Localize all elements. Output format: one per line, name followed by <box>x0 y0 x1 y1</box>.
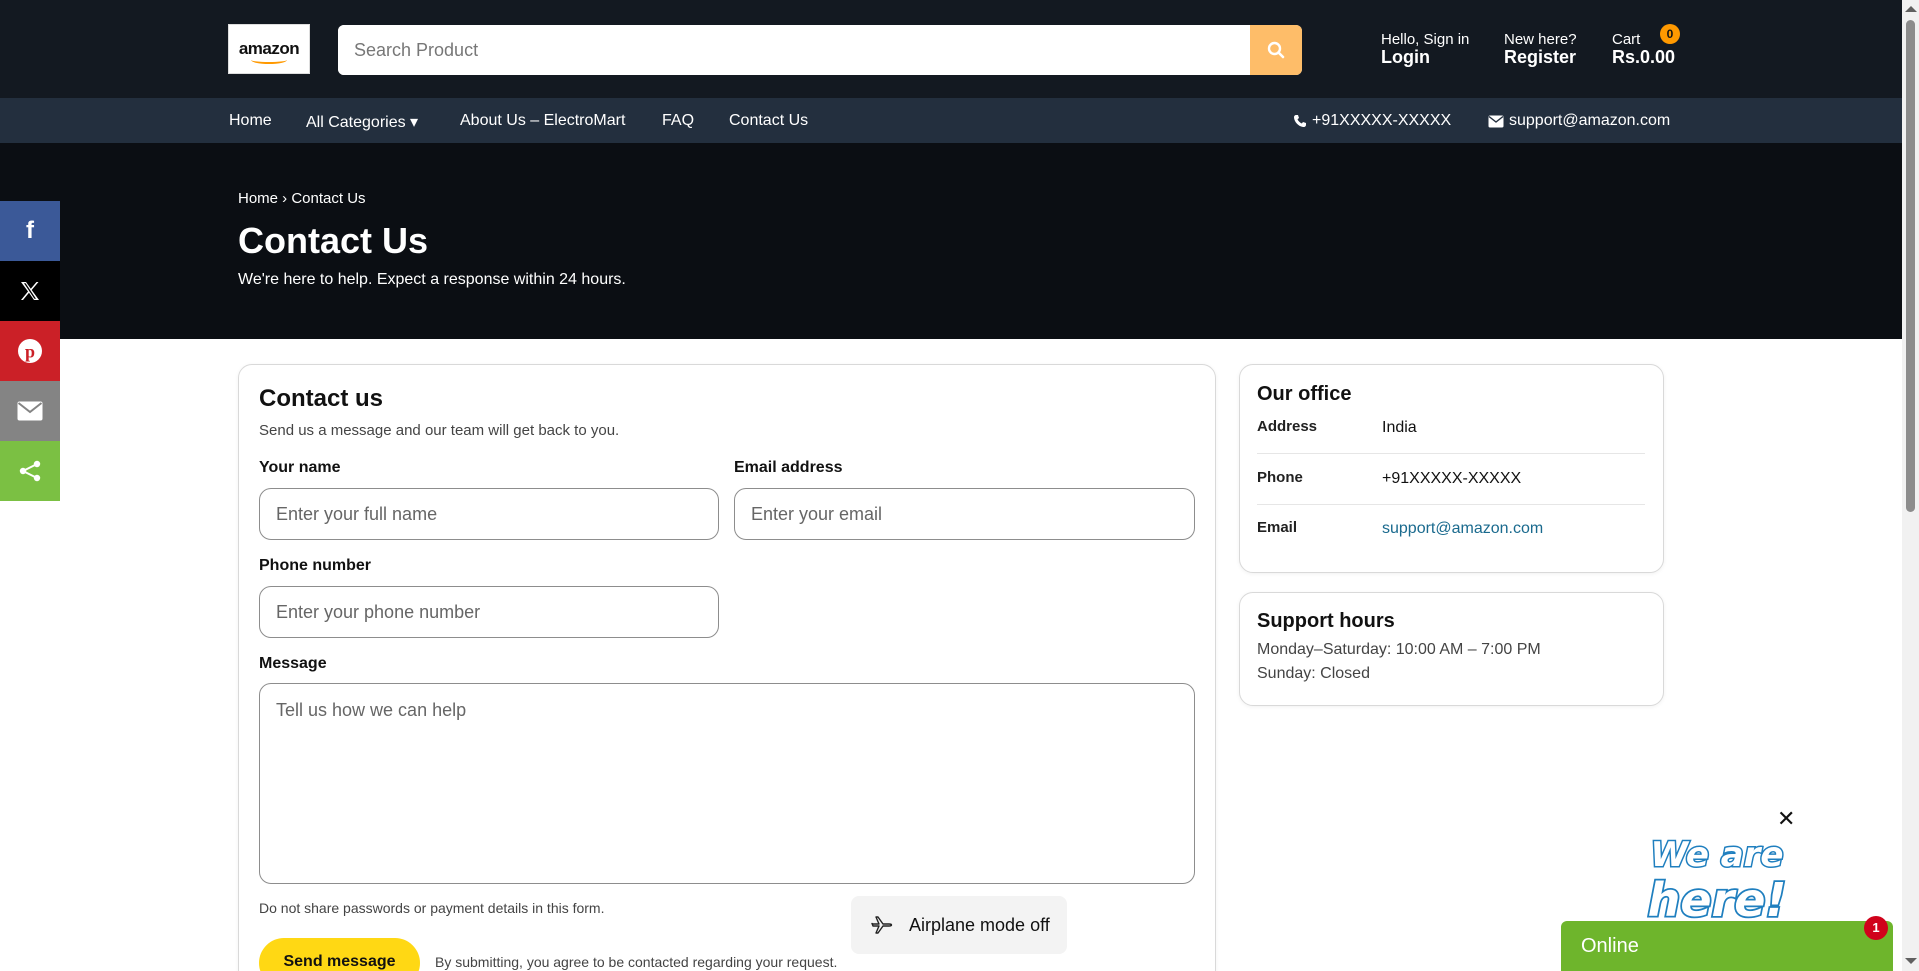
svg-text:We are: We are <box>1651 835 1784 875</box>
airplane-icon <box>871 916 893 934</box>
nav-all-categories[interactable]: All Categories ▾ <box>306 112 418 132</box>
share-icon <box>19 460 41 482</box>
page-title: Contact Us <box>238 220 429 261</box>
share-button[interactable] <box>0 441 60 501</box>
signin-link[interactable]: Hello, Sign in Login <box>1381 32 1469 67</box>
scroll-up-icon[interactable] <box>1905 6 1917 12</box>
login-label: Login <box>1381 46 1430 67</box>
chat-status: Online <box>1581 935 1639 957</box>
facebook-share-button[interactable]: f <box>0 201 60 261</box>
search-icon <box>1267 41 1285 59</box>
x-share-button[interactable] <box>0 261 60 321</box>
message-label: Message <box>259 655 327 672</box>
nav-email-text: support@amazon.com <box>1509 112 1671 129</box>
form-title: Contact us <box>259 385 384 412</box>
facebook-icon: f <box>26 217 34 244</box>
support-hours-sunday: Sunday: Closed <box>1257 665 1370 682</box>
x-icon <box>21 282 39 300</box>
support-hours-weekday: Monday–Saturday: 10:00 AM – 7:00 PM <box>1257 641 1541 658</box>
email-share-button[interactable] <box>0 381 60 441</box>
cart-total: Rs.0.00 <box>1612 46 1676 67</box>
scrollbar-thumb[interactable] <box>1906 20 1915 512</box>
pinterest-share-button[interactable]: p <box>0 321 60 381</box>
nav-home[interactable]: Home <box>229 112 272 130</box>
we-are-here-art: We are here! <box>1646 834 1788 925</box>
search-button[interactable] <box>1250 25 1302 75</box>
airplane-mode-toast: Airplane mode off <box>851 896 1067 954</box>
message-field[interactable] <box>259 683 1195 884</box>
office-email-label: Email <box>1257 519 1298 536</box>
logo-smile-icon <box>251 56 287 64</box>
search-input[interactable] <box>338 25 1250 75</box>
nav-phone[interactable]: +91XXXXX-XXXXX <box>1293 112 1451 130</box>
consent-note: By submitting, you agree to be contacted… <box>435 954 838 970</box>
phone-label: Phone number <box>259 557 372 574</box>
nav-email[interactable]: support@amazon.com <box>1488 112 1670 130</box>
phone-icon <box>1294 115 1306 127</box>
register-prompt: New here? <box>1504 31 1577 48</box>
email-field[interactable] <box>734 488 1195 540</box>
office-address-value: India <box>1382 419 1417 436</box>
chat-online-button[interactable]: Online <box>1561 921 1893 971</box>
mail-icon <box>17 401 43 421</box>
amazon-logo[interactable]: amazon <box>228 24 310 74</box>
nav-faq[interactable]: FAQ <box>662 112 694 130</box>
pinterest-icon: p <box>18 339 42 363</box>
support-hours-title: Support hours <box>1257 610 1395 632</box>
email-label: Email address <box>734 459 843 476</box>
scroll-down-icon[interactable] <box>1905 958 1917 964</box>
cart-count-badge: 0 <box>1660 24 1680 44</box>
airplane-mode-text: Airplane mode off <box>909 914 1050 935</box>
envelope-icon <box>1488 115 1504 127</box>
office-phone-value: +91XXXXX-XXXXX <box>1382 470 1522 487</box>
chat-notification-badge: 1 <box>1864 916 1888 940</box>
phone-field[interactable] <box>259 586 719 638</box>
nav-about-us[interactable]: About Us – ElectroMart <box>460 112 625 130</box>
office-title: Our office <box>1257 383 1352 405</box>
page-subtitle: We're here to help. Expect a response wi… <box>238 271 626 288</box>
send-message-button[interactable]: Send message <box>259 938 420 971</box>
signin-greeting: Hello, Sign in <box>1381 31 1470 48</box>
register-link[interactable]: New here? Register <box>1504 32 1577 67</box>
office-address-label: Address <box>1257 418 1318 435</box>
breadcrumb[interactable]: Home › Contact Us <box>238 190 366 207</box>
office-phone-label: Phone <box>1257 469 1303 486</box>
form-subtitle: Send us a message and our team will get … <box>259 422 620 439</box>
nav-contact-us[interactable]: Contact Us <box>729 112 808 130</box>
privacy-note: Do not share passwords or payment detail… <box>259 900 605 916</box>
svg-text:here!: here! <box>1648 873 1787 924</box>
svg-text:p: p <box>25 342 35 362</box>
office-divider <box>1257 453 1645 454</box>
office-email-link[interactable]: support@amazon.com <box>1382 520 1543 538</box>
name-label: Your name <box>259 459 341 476</box>
nav-phone-text: +91XXXXX-XXXXX <box>1312 112 1452 129</box>
search-bar <box>338 25 1302 75</box>
office-divider <box>1257 504 1645 505</box>
register-label: Register <box>1504 46 1577 67</box>
name-field[interactable] <box>259 488 719 540</box>
